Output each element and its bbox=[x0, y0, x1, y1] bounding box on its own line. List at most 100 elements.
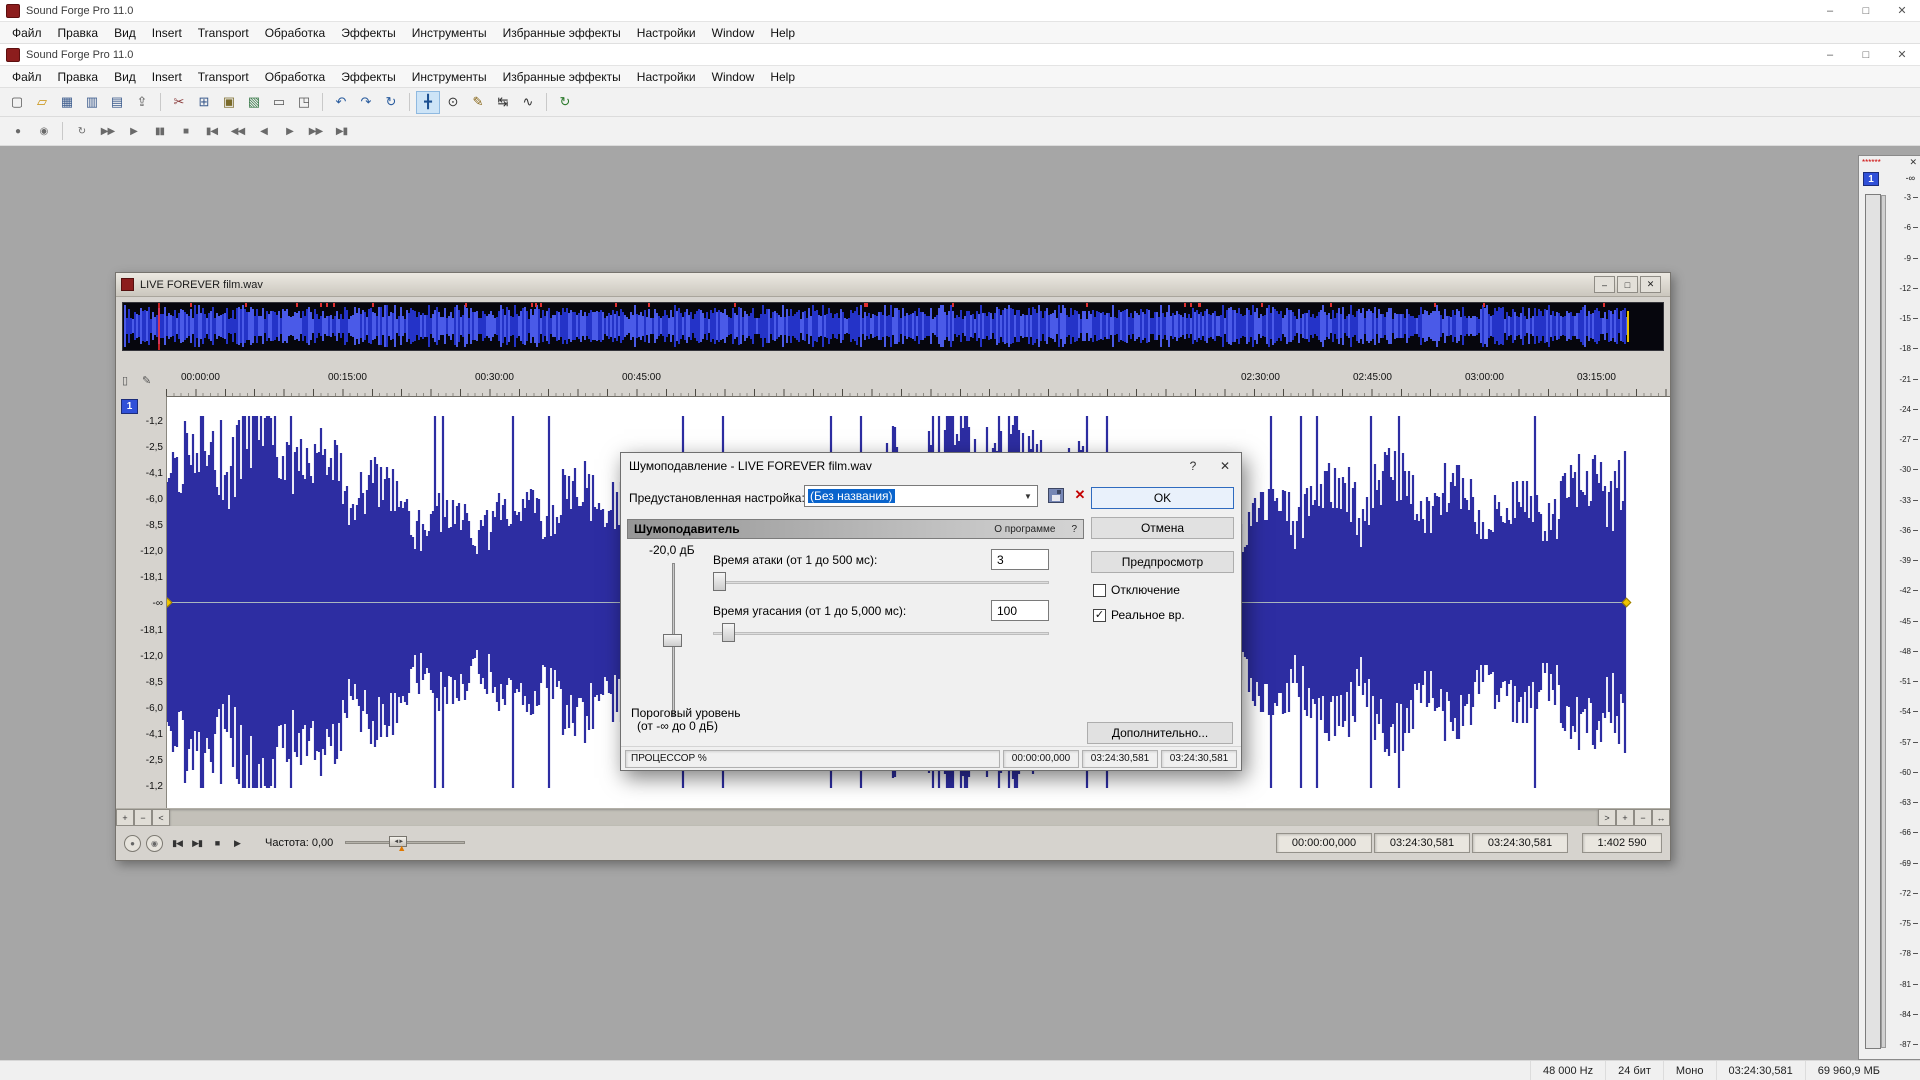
cut-icon[interactable]: ✂ bbox=[167, 91, 191, 114]
meter-titlebar[interactable]: ****** ✕ bbox=[1859, 156, 1920, 169]
menu-item[interactable]: Эффекты bbox=[333, 26, 404, 40]
plugin-help-icon[interactable]: ? bbox=[1071, 524, 1077, 535]
frequency-slider[interactable]: ◄► ▲ bbox=[345, 834, 465, 852]
save-as-icon[interactable]: ▥ bbox=[80, 91, 104, 114]
chevron-down-icon[interactable]: ▼ bbox=[1020, 487, 1036, 505]
pause-icon[interactable]: ▮▮ bbox=[147, 120, 172, 143]
menu-item[interactable]: Transport bbox=[190, 70, 257, 84]
menu-item[interactable]: Правка bbox=[50, 70, 107, 84]
realtime-checkbox[interactable]: ✓ bbox=[1093, 609, 1106, 622]
zoom-out-button[interactable]: − bbox=[1634, 809, 1652, 826]
rewind-icon[interactable]: ◀ bbox=[251, 120, 276, 143]
render-as-icon[interactable]: ▤ bbox=[105, 91, 129, 114]
undo-icon[interactable]: ↶ bbox=[329, 91, 353, 114]
realtime-checkbox-row[interactable]: ✓ Реальное вр. bbox=[1093, 608, 1185, 622]
menu-item[interactable]: Избранные эффекты bbox=[495, 70, 629, 84]
more-button[interactable]: Дополнительно... bbox=[1087, 722, 1233, 744]
menu-item[interactable]: Файл bbox=[4, 26, 50, 40]
menu-item[interactable]: Help bbox=[762, 26, 803, 40]
doc-close-button[interactable]: ✕ bbox=[1640, 276, 1661, 293]
menu-item[interactable]: Настройки bbox=[629, 70, 704, 84]
menu-item[interactable]: Избранные эффекты bbox=[495, 26, 629, 40]
about-link[interactable]: О программе bbox=[994, 524, 1055, 535]
menu-item[interactable]: Файл bbox=[4, 70, 50, 84]
bypass-checkbox-row[interactable]: Отключение bbox=[1093, 583, 1180, 597]
magnify-tool-icon[interactable]: ⊙ bbox=[441, 91, 465, 114]
new-file-icon[interactable]: ▢ bbox=[5, 91, 29, 114]
menu-item[interactable]: Эффекты bbox=[333, 70, 404, 84]
copy-icon[interactable]: ⊞ bbox=[192, 91, 216, 114]
redo-icon[interactable]: ↷ bbox=[354, 91, 378, 114]
record-button[interactable]: ● bbox=[124, 835, 141, 852]
doc-restore-button[interactable]: □ bbox=[1617, 276, 1638, 293]
scroll-left-button[interactable]: < bbox=[152, 809, 170, 826]
play-button[interactable]: ▶ bbox=[227, 834, 247, 852]
menu-item[interactable]: Help bbox=[762, 70, 803, 84]
trim-icon[interactable]: ▭ bbox=[267, 91, 291, 114]
lock-icon[interactable]: ▯ bbox=[122, 374, 128, 387]
loop-playback-button[interactable]: ◉ bbox=[146, 835, 163, 852]
attack-slider-thumb[interactable] bbox=[713, 572, 726, 591]
zoom-window-button[interactable]: ↔ bbox=[1652, 809, 1670, 826]
scroll-right-button[interactable]: > bbox=[1598, 809, 1616, 826]
publish-icon[interactable]: ⇪ bbox=[130, 91, 154, 114]
close-icon[interactable]: ✕ bbox=[1909, 157, 1917, 168]
menu-item[interactable]: Инструменты bbox=[404, 70, 495, 84]
paste-icon[interactable]: ▣ bbox=[217, 91, 241, 114]
release-slider-thumb[interactable] bbox=[722, 623, 735, 642]
doc-minimize-button[interactable]: – bbox=[1594, 276, 1615, 293]
release-input[interactable]: 100 bbox=[991, 600, 1049, 621]
menu-item[interactable]: Window bbox=[704, 26, 763, 40]
menu-item[interactable]: Insert bbox=[144, 26, 190, 40]
mix-icon[interactable]: ▧ bbox=[242, 91, 266, 114]
menu-item[interactable]: Обработка bbox=[257, 26, 334, 40]
menu-item[interactable]: Вид bbox=[106, 26, 144, 40]
play-all-icon[interactable]: ▶▶ bbox=[95, 120, 120, 143]
preset-combobox[interactable]: (Без названия) ▼ bbox=[804, 485, 1038, 507]
attack-input[interactable]: 3 bbox=[991, 549, 1049, 570]
menu-item[interactable]: Window bbox=[704, 70, 763, 84]
go-to-end-icon[interactable]: ▶▮ bbox=[329, 120, 354, 143]
menu-item[interactable]: Вид bbox=[106, 70, 144, 84]
ok-button[interactable]: OK bbox=[1091, 487, 1234, 509]
forward-icon[interactable]: ▶ bbox=[277, 120, 302, 143]
threshold-slider-thumb[interactable] bbox=[663, 634, 682, 647]
cancel-button[interactable]: Отмена bbox=[1091, 517, 1234, 539]
overview-bar[interactable] bbox=[122, 302, 1664, 351]
close-button[interactable]: ✕ bbox=[1884, 0, 1920, 21]
menu-item[interactable]: Настройки bbox=[629, 26, 704, 40]
crop-icon[interactable]: ◳ bbox=[292, 91, 316, 114]
open-file-icon[interactable]: ▱ bbox=[30, 91, 54, 114]
stop-icon[interactable]: ■ bbox=[173, 120, 198, 143]
zoom-out-button[interactable]: − bbox=[134, 809, 152, 826]
save-preset-icon[interactable] bbox=[1048, 488, 1064, 503]
menu-item[interactable]: Transport bbox=[190, 26, 257, 40]
maximize-button[interactable]: □ bbox=[1848, 0, 1884, 21]
rebuild-peaks-icon[interactable]: ↻ bbox=[553, 91, 577, 114]
document-titlebar[interactable]: LIVE FOREVER film.wav –□✕ bbox=[116, 273, 1670, 297]
close-button[interactable]: ✕ bbox=[1884, 44, 1920, 65]
play-icon[interactable]: ▶ bbox=[121, 120, 146, 143]
maximize-button[interactable]: □ bbox=[1848, 44, 1884, 65]
dialog-titlebar[interactable]: Шумоподавление - LIVE FOREVER film.wav ?… bbox=[621, 453, 1241, 479]
previous-marker-icon[interactable]: ◀◀ bbox=[225, 120, 250, 143]
minimize-button[interactable]: – bbox=[1812, 0, 1848, 21]
pencil-tool-icon[interactable]: ✎ bbox=[466, 91, 490, 114]
menu-item[interactable]: Insert bbox=[144, 70, 190, 84]
loop-record-icon[interactable]: ◉ bbox=[31, 120, 56, 143]
close-icon[interactable]: ✕ bbox=[1209, 453, 1241, 479]
channel-tab[interactable]: 1 bbox=[121, 399, 138, 414]
marker-tool-icon[interactable]: ✎ bbox=[142, 374, 151, 387]
menu-item[interactable]: Инструменты bbox=[404, 26, 495, 40]
delete-preset-icon[interactable]: ✕ bbox=[1071, 487, 1089, 503]
zoom-in-button[interactable]: + bbox=[1616, 809, 1634, 826]
go-to-start-icon[interactable]: ▮◀ bbox=[199, 120, 224, 143]
preview-button[interactable]: Предпросмотр bbox=[1091, 551, 1234, 573]
zoom-in-button[interactable]: + bbox=[116, 809, 134, 826]
envelope-tool-icon[interactable]: ∿ bbox=[516, 91, 540, 114]
menu-item[interactable]: Правка bbox=[50, 26, 107, 40]
scrollbar-track[interactable] bbox=[170, 809, 1598, 826]
minimize-button[interactable]: – bbox=[1812, 44, 1848, 65]
stop-button[interactable]: ■ bbox=[207, 834, 227, 852]
next-marker-icon[interactable]: ▶▶ bbox=[303, 120, 328, 143]
